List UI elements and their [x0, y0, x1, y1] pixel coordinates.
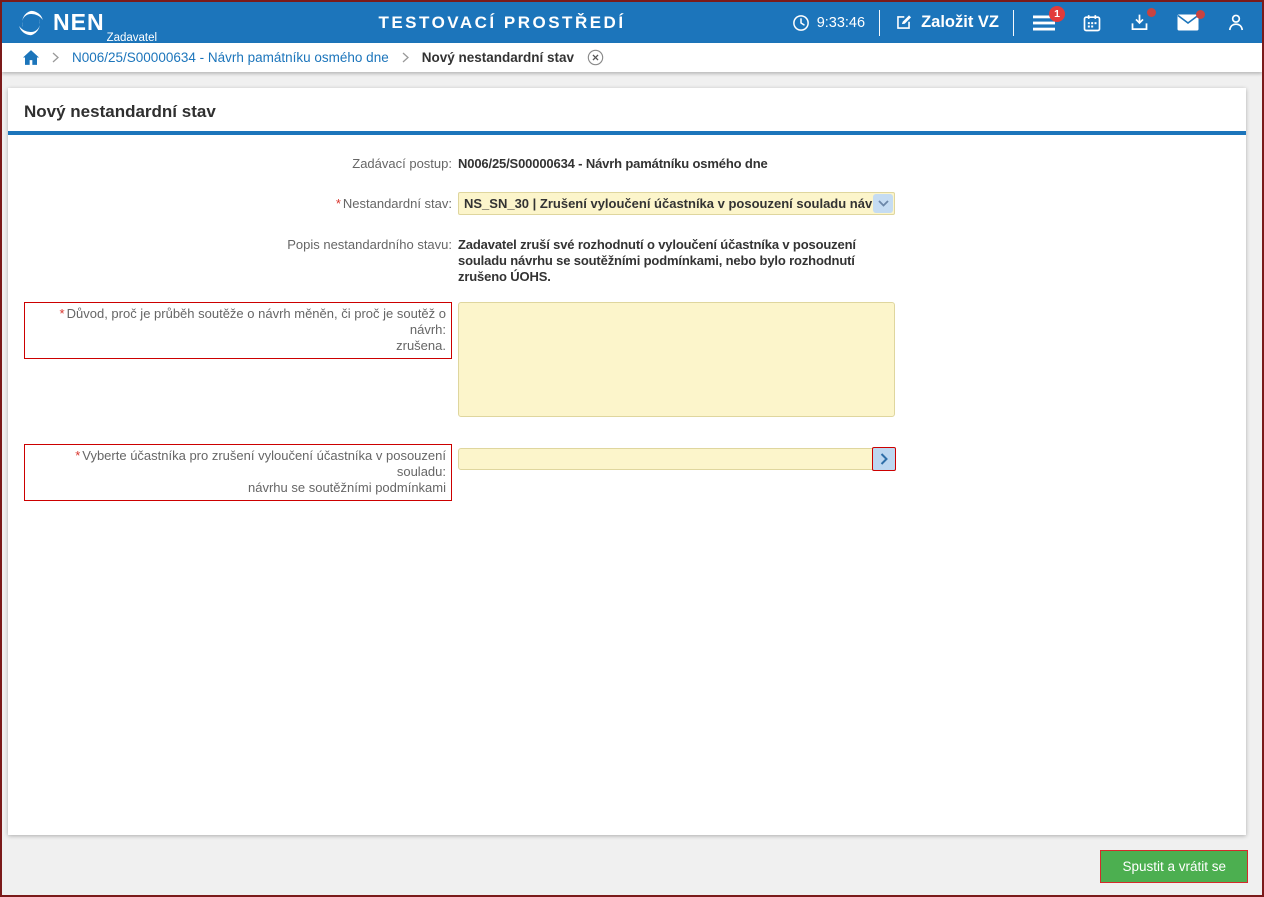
breadcrumb-separator-icon — [52, 52, 59, 63]
duvod-label: *Důvod, proč je průběh soutěže o návrh m… — [24, 302, 452, 359]
home-icon[interactable] — [23, 50, 39, 65]
downloads-button[interactable] — [1129, 12, 1150, 33]
calendar-button[interactable] — [1082, 13, 1102, 33]
app-window: NEN Zadavatel TESTOVACÍ PROSTŘEDÍ 9:33:4… — [0, 0, 1264, 897]
page-background: Nový nestandardní stav Zadávací postup: … — [2, 72, 1262, 895]
form-row-vyber-ucastnika: *Vyberte účastníka pro zrušení vyloučení… — [8, 444, 1246, 501]
form-row-popis: Popis nestandardního stavu: Zadavatel zr… — [8, 237, 1246, 285]
environment-title: TESTOVACÍ PROSTŘEDÍ — [378, 13, 625, 33]
calendar-icon — [1082, 13, 1102, 33]
downloads-notification-dot — [1147, 8, 1156, 17]
required-marker: * — [60, 306, 65, 321]
messages-button[interactable] — [1177, 14, 1199, 31]
popis-label: Popis nestandardního stavu: — [24, 237, 452, 253]
user-icon — [1226, 12, 1246, 33]
chevron-right-icon — [880, 453, 888, 465]
nestandardni-stav-label: *Nestandardní stav: — [24, 192, 452, 212]
header-divider — [1013, 10, 1014, 36]
tasks-menu-button[interactable]: 1 — [1033, 14, 1055, 32]
required-marker: * — [75, 448, 80, 463]
zadavaci-postup-label: Zadávací postup: — [24, 156, 452, 172]
session-clock: 9:33:46 — [792, 14, 865, 32]
required-marker: * — [336, 196, 341, 211]
top-header: NEN Zadavatel TESTOVACÍ PROSTŘEDÍ 9:33:4… — [2, 2, 1262, 43]
vyber-ucastnika-label: *Vyberte účastníka pro zrušení vyloučení… — [24, 444, 452, 501]
vyber-ucastnika-input[interactable] — [458, 448, 895, 470]
create-vz-button[interactable]: Založit VZ — [894, 13, 999, 32]
nestandardni-stav-select[interactable]: NS_SN_30 | Zrušení vyloučení účastníka v… — [458, 192, 895, 215]
zadavaci-postup-value: N006/25/S00000634 - Návrh památníku osmé… — [458, 156, 895, 172]
breadcrumb-current-page: Nový nestandardní stav — [422, 50, 574, 65]
popis-value: Zadavatel zruší své rozhodnutí o vylouče… — [458, 237, 895, 285]
page-title: Nový nestandardní stav — [8, 88, 1246, 131]
form-row-duvod: *Důvod, proč je průběh soutěže o návrh m… — [8, 302, 1246, 421]
open-picker-button[interactable] — [872, 447, 896, 471]
breadcrumb-separator-icon — [402, 52, 409, 63]
edit-icon — [894, 13, 913, 32]
form-row-nestandardni-stav: *Nestandardní stav: NS_SN_30 | Zrušení v… — [8, 192, 1246, 215]
breadcrumb: N006/25/S00000634 - Návrh památníku osmé… — [2, 43, 1262, 72]
duvod-textarea[interactable] — [458, 302, 895, 417]
form-row-zadavaci-postup: Zadávací postup: N006/25/S00000634 - Náv… — [8, 156, 1246, 172]
run-and-return-button[interactable]: Spustit a vrátit se — [1100, 850, 1248, 883]
profile-button[interactable] — [1226, 12, 1246, 33]
breadcrumb-procedure-link[interactable]: N006/25/S00000634 - Návrh památníku osmé… — [72, 50, 389, 65]
header-divider — [879, 10, 880, 36]
nen-swirl-icon — [16, 8, 46, 38]
content-card: Nový nestandardní stav Zadávací postup: … — [8, 88, 1246, 835]
nestandardni-stav-selected-value: NS_SN_30 | Zrušení vyloučení účastníka v… — [464, 196, 895, 212]
messages-notification-dot — [1196, 10, 1205, 19]
clock-icon — [792, 14, 810, 32]
nonstandard-state-form: Zadávací postup: N006/25/S00000634 - Náv… — [8, 135, 1246, 501]
chevron-down-icon[interactable] — [873, 194, 893, 213]
download-tray-icon — [1129, 12, 1150, 33]
create-vz-label: Založit VZ — [921, 13, 999, 32]
nen-logo[interactable]: NEN Zadavatel — [16, 8, 157, 38]
brand-name: NEN — [53, 11, 105, 34]
close-tab-icon[interactable] — [587, 49, 604, 66]
tasks-badge: 1 — [1049, 6, 1065, 22]
clock-time: 9:33:46 — [817, 15, 865, 31]
